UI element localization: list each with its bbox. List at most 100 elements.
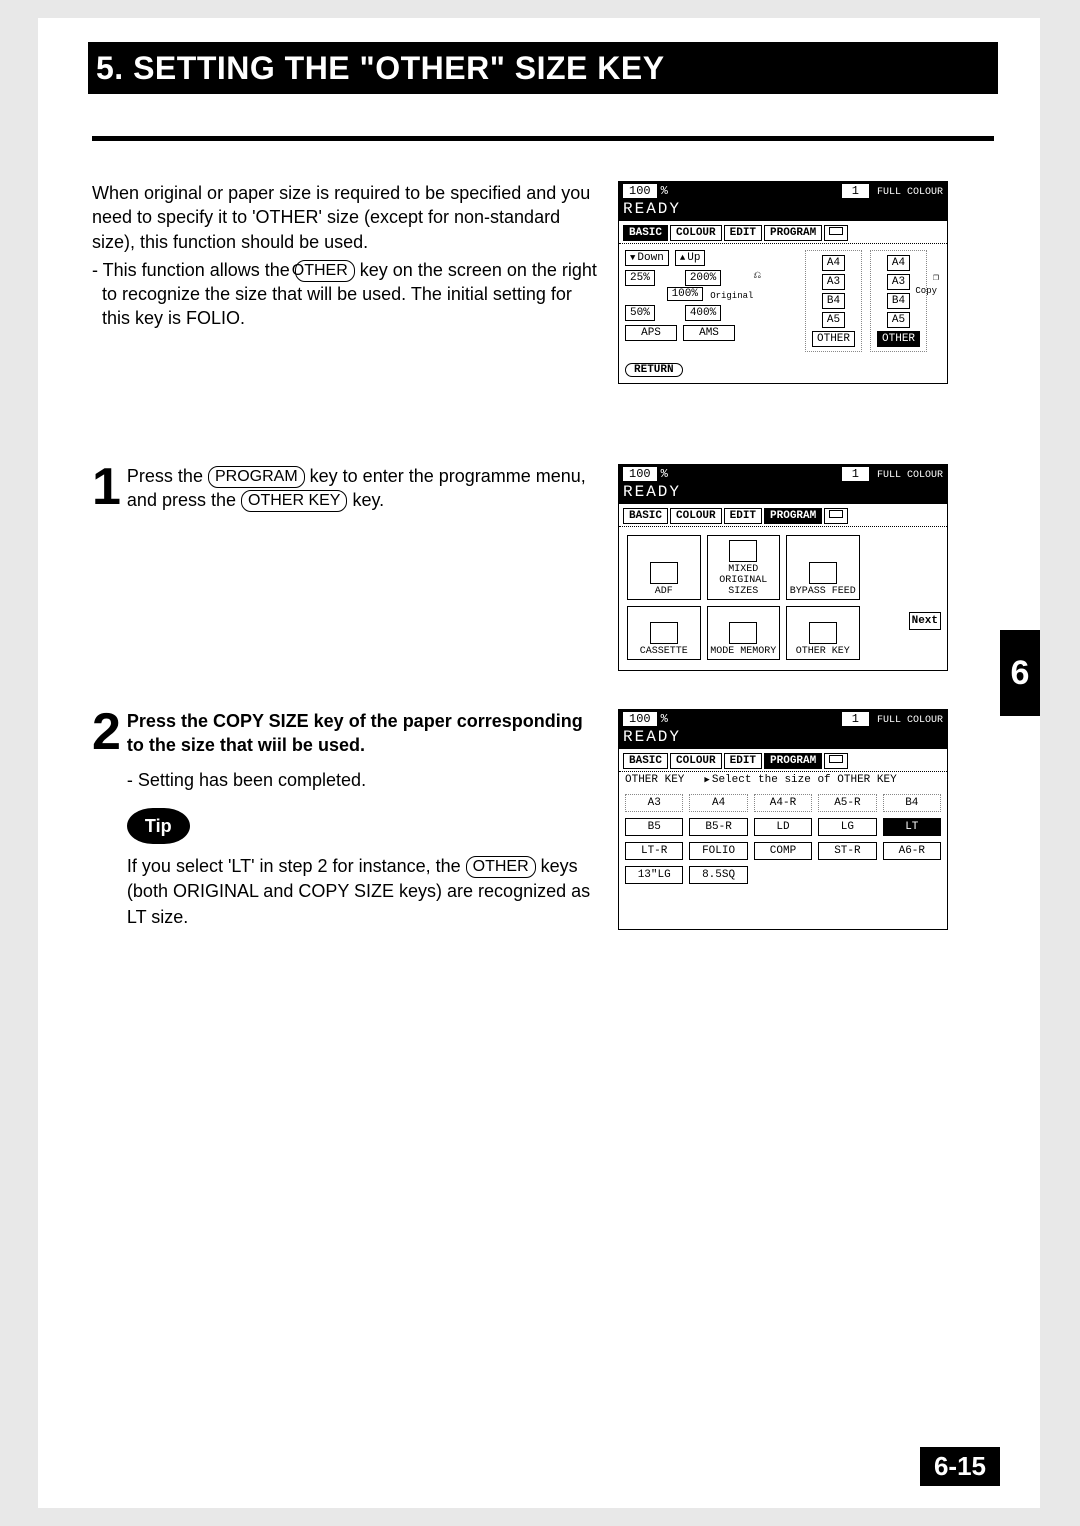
screen3-subheader: OTHER KEY Select the size of OTHER KEY bbox=[619, 772, 947, 788]
cell-cassette[interactable]: CASSETTE bbox=[627, 606, 701, 660]
size-ltr[interactable]: LT-R bbox=[625, 842, 683, 860]
down-button[interactable]: Down bbox=[625, 250, 669, 266]
copy-label: Copy bbox=[915, 286, 937, 296]
size-a5r[interactable]: A5-R bbox=[818, 794, 876, 812]
size-other-copy[interactable]: OTHER bbox=[877, 331, 920, 347]
ratio-num-2: 100 bbox=[623, 467, 657, 481]
otherkey-keycap: OTHER KEY bbox=[241, 490, 347, 512]
cell-cassette-label: CASSETTE bbox=[640, 646, 688, 657]
zoom-200[interactable]: 200% bbox=[685, 270, 721, 286]
original-size-col: A4 A3 B4 A5 OTHER bbox=[805, 250, 862, 352]
size-b4[interactable]: B4 bbox=[883, 794, 941, 812]
size-a3[interactable]: A3 bbox=[625, 794, 683, 812]
return-button[interactable]: RETURN bbox=[625, 363, 683, 377]
screen-program: 100% 1FULL COLOUR READY BASIC COLOUR EDI… bbox=[618, 464, 948, 671]
cell-bypass[interactable]: BYPASS FEED bbox=[786, 535, 860, 600]
size-a4r[interactable]: A4-R bbox=[754, 794, 812, 812]
size-grid: A3 A4 A4-R A5-R B4 B5 B5-R LD LG LT LT-R FOLIO COMP S… bbox=[619, 788, 947, 890]
ratio-num-3: 100 bbox=[623, 712, 657, 726]
otherkey-icon bbox=[809, 622, 837, 644]
zoom-25[interactable]: 25% bbox=[625, 270, 655, 286]
tip-text: If you select 'LT' in step 2 for instanc… bbox=[127, 854, 600, 930]
size-a3-copy[interactable]: A3 bbox=[887, 274, 910, 290]
original-label: Original bbox=[710, 291, 753, 301]
tab-program-2[interactable]: PROGRAM bbox=[764, 508, 822, 524]
modemem-icon bbox=[729, 622, 757, 644]
size-folio[interactable]: FOLIO bbox=[689, 842, 747, 860]
ams-button[interactable]: AMS bbox=[683, 325, 735, 341]
tab-basic[interactable]: BASIC bbox=[623, 225, 668, 241]
tab-colour-2[interactable]: COLOUR bbox=[670, 508, 722, 524]
tab-edit-2[interactable]: EDIT bbox=[724, 508, 762, 524]
tab-basic-2[interactable]: BASIC bbox=[623, 508, 668, 524]
step1-pre: Press the bbox=[127, 466, 208, 486]
cell-otherkey[interactable]: OTHER KEY bbox=[786, 606, 860, 660]
adf-icon bbox=[650, 562, 678, 584]
size-comp[interactable]: COMP bbox=[754, 842, 812, 860]
tab-extra-icon[interactable] bbox=[824, 225, 848, 241]
size-a4-orig[interactable]: A4 bbox=[822, 255, 845, 271]
tab-edit-3[interactable]: EDIT bbox=[724, 753, 762, 769]
cell-mixed-label: MIXED ORIGINAL SIZES bbox=[710, 564, 778, 597]
mixed-icon bbox=[729, 540, 757, 562]
other-keycap: OTHER bbox=[295, 260, 355, 282]
screen3-header: 100% 1FULL COLOUR bbox=[619, 710, 947, 728]
size-a6r[interactable]: A6-R bbox=[883, 842, 941, 860]
tab-extra-icon-2[interactable] bbox=[824, 508, 848, 524]
size-b4-copy[interactable]: B4 bbox=[887, 293, 910, 309]
size-ld[interactable]: LD bbox=[754, 818, 812, 836]
tab-extra-icon-3[interactable] bbox=[824, 753, 848, 769]
copy-icon: ❐ bbox=[933, 272, 939, 284]
cell-modemem-label: MODE MEMORY bbox=[710, 646, 776, 657]
ratio-unit-3: % bbox=[661, 712, 668, 726]
cell-modemem[interactable]: MODE MEMORY bbox=[707, 606, 781, 660]
colour-mode-2: FULL COLOUR bbox=[877, 470, 943, 481]
zoom-100[interactable]: 100% bbox=[667, 287, 703, 301]
size-b5[interactable]: B5 bbox=[625, 818, 683, 836]
aps-button[interactable]: APS bbox=[625, 325, 677, 341]
intro-p2-pre: - This function allows the bbox=[92, 260, 295, 280]
cell-otherkey-label: OTHER KEY bbox=[796, 646, 850, 657]
chapter-tab: 6 bbox=[1000, 630, 1040, 716]
ready-label-3: READY bbox=[619, 728, 947, 749]
size-b5r[interactable]: B5-R bbox=[689, 818, 747, 836]
screen-otherkey: 100% 1FULL COLOUR READY BASIC COLOUR EDI… bbox=[618, 709, 948, 930]
size-a4[interactable]: A4 bbox=[689, 794, 747, 812]
size-13lg[interactable]: 13"LG bbox=[625, 866, 683, 884]
size-a4-copy[interactable]: A4 bbox=[887, 255, 910, 271]
tab-colour-3[interactable]: COLOUR bbox=[670, 753, 722, 769]
tip-pre: If you select 'LT' in step 2 for instanc… bbox=[127, 856, 466, 876]
bypass-icon bbox=[809, 562, 837, 584]
next-button[interactable]: Next bbox=[909, 612, 941, 630]
tab-colour[interactable]: COLOUR bbox=[670, 225, 722, 241]
tab-program-3[interactable]: PROGRAM bbox=[764, 753, 822, 769]
divider bbox=[92, 136, 994, 141]
tab-program[interactable]: PROGRAM bbox=[764, 225, 822, 241]
tip-other-keycap: OTHER bbox=[466, 856, 536, 878]
zoom-400[interactable]: 400% bbox=[685, 305, 721, 321]
cell-adf[interactable]: ADF bbox=[627, 535, 701, 600]
size-85sq[interactable]: 8.5SQ bbox=[689, 866, 747, 884]
size-lg[interactable]: LG bbox=[818, 818, 876, 836]
ready-label-2: READY bbox=[619, 483, 947, 504]
step2-heading: Press the COPY SIZE key of the paper cor… bbox=[127, 709, 600, 758]
tab-basic-3[interactable]: BASIC bbox=[623, 753, 668, 769]
zoom-50[interactable]: 50% bbox=[625, 305, 655, 321]
size-lt[interactable]: LT bbox=[883, 818, 941, 836]
size-str[interactable]: ST-R bbox=[818, 842, 876, 860]
size-a5-copy[interactable]: A5 bbox=[887, 312, 910, 328]
size-b4-orig[interactable]: B4 bbox=[822, 293, 845, 309]
intro-text: When original or paper size is required … bbox=[92, 181, 600, 384]
size-a3-orig[interactable]: A3 bbox=[822, 274, 845, 290]
cell-mixed[interactable]: MIXED ORIGINAL SIZES bbox=[707, 535, 781, 600]
up-button[interactable]: Up bbox=[675, 250, 706, 266]
screen2-header: 100% 1FULL COLOUR bbox=[619, 465, 947, 483]
intro-p1: When original or paper size is required … bbox=[92, 181, 600, 254]
tab-edit[interactable]: EDIT bbox=[724, 225, 762, 241]
step-1-number: 1 bbox=[92, 464, 121, 671]
tab-row-2: BASIC COLOUR EDIT PROGRAM bbox=[619, 504, 947, 527]
size-other-orig[interactable]: OTHER bbox=[812, 331, 855, 347]
page-title: 5. SETTING THE "OTHER" SIZE KEY bbox=[88, 42, 998, 94]
size-a5-orig[interactable]: A5 bbox=[822, 312, 845, 328]
ratio-unit: % bbox=[661, 184, 668, 198]
